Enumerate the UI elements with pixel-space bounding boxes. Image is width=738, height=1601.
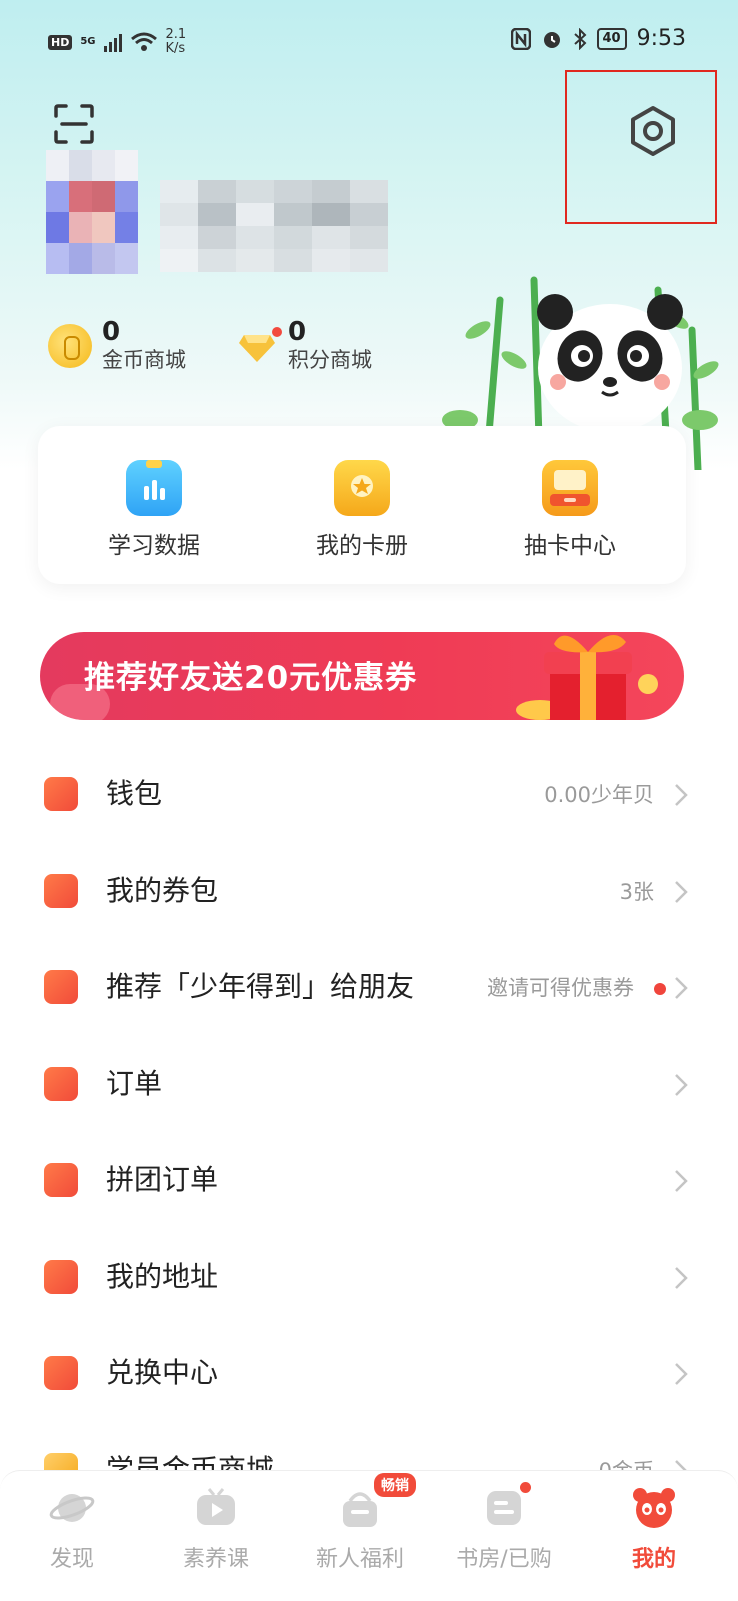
network-type: 5G (80, 36, 96, 47)
check-icon (44, 1356, 78, 1390)
menu-item-value: 3张 (619, 879, 654, 904)
tab-label: 书房/已购 (456, 1547, 552, 1572)
chart-icon (126, 460, 182, 516)
tab-discover[interactable]: 发现 (2, 1485, 142, 1573)
study-data-button[interactable]: 学习数据 (74, 460, 234, 560)
coin-icon (48, 324, 92, 368)
quick-actions-card: 学习数据 我的卡册 抽卡中心 (38, 426, 686, 584)
ticket-icon (44, 873, 78, 908)
username (160, 180, 388, 272)
network-speed: 2.1 K/s (165, 27, 187, 56)
points-mall-link[interactable]: 0 积分商城 (238, 318, 372, 374)
planet-icon (49, 1494, 95, 1522)
alarm-icon (543, 31, 560, 48)
gacha-center-label: 抽卡中心 (524, 533, 616, 559)
scan-icon[interactable] (52, 102, 96, 146)
tab-literacy-course[interactable]: 素养课 (146, 1485, 286, 1573)
avatar[interactable] (46, 150, 138, 274)
wallet-icon (44, 777, 78, 811)
points-count: 0 (288, 317, 307, 347)
chevron-right-icon (675, 1266, 688, 1289)
gacha-machine-icon (542, 460, 598, 516)
tab-mine[interactable]: 我的 (584, 1485, 724, 1573)
tab-label: 我的 (631, 1547, 676, 1572)
coin-mall-label: 金币商城 (102, 348, 186, 372)
coin-mall-link[interactable]: 0 金币商城 (48, 318, 186, 374)
location-icon (44, 1259, 78, 1294)
gacha-center-button[interactable]: 抽卡中心 (490, 460, 650, 560)
status-bar: HD 5G 2.1 K/s 40 9:53 (0, 22, 738, 62)
points-mall-label: 积分商城 (288, 348, 372, 372)
gem-icon (238, 327, 282, 363)
tab-label: 素养课 (182, 1547, 249, 1572)
menu-item-redeem[interactable]: 兑换中心 (0, 1325, 738, 1422)
menu-item-coupons[interactable]: 我的券包 3张 (0, 843, 738, 940)
chevron-right-icon (675, 1363, 688, 1385)
card-album-icon (334, 460, 390, 516)
menu-item-label: 兑换中心 (106, 1356, 219, 1389)
menu-item-label: 我的地址 (106, 1259, 219, 1293)
signal-icon (103, 32, 122, 52)
banner-text: 推荐好友送20元优惠券 (84, 660, 418, 696)
panda-icon (633, 1488, 675, 1528)
chevron-right-icon (675, 1073, 688, 1096)
tab-label: 发现 (49, 1547, 94, 1572)
notification-dot (654, 983, 666, 995)
battery-icon: 40 (596, 27, 627, 50)
tab-newcomer-benefits[interactable]: 新人福利 (290, 1485, 430, 1573)
settings-menu-list: 钱包 0.00少年贝 我的券包 3张 推荐「少年得到」给朋友 邀请可得优惠券 订… (0, 746, 738, 1518)
menu-item-group-orders[interactable]: 拼团订单 (0, 1132, 738, 1229)
card-album-label: 我的卡册 (316, 533, 408, 559)
notification-dot (520, 1482, 531, 1493)
referral-promo-banner[interactable]: 推荐好友送20元优惠券 (40, 632, 684, 720)
menu-item-value: 邀请可得优惠券 (487, 976, 634, 1000)
menu-item-label: 订单 (106, 1066, 163, 1100)
study-data-label: 学习数据 (108, 533, 200, 559)
menu-item-address[interactable]: 我的地址 (0, 1229, 738, 1326)
tab-label: 新人福利 (315, 1547, 404, 1572)
hot-sale-badge: 畅销 (374, 1473, 416, 1497)
menu-item-orders[interactable]: 订单 (0, 1036, 738, 1133)
bluetooth-icon (573, 27, 586, 50)
notification-dot (272, 327, 282, 337)
chevron-right-icon (675, 977, 688, 999)
gift-box-icon (516, 634, 658, 720)
annotation-highlight-box (565, 70, 717, 224)
group-order-icon (44, 1163, 78, 1197)
bottom-tab-bar: 发现 素养课 新人福利 书房/已购 我的 (0, 1470, 738, 1601)
menu-item-label: 推荐「少年得到」给朋友 (106, 970, 415, 1003)
menu-item-label: 我的券包 (106, 873, 219, 907)
menu-item-label: 拼团订单 (106, 1163, 219, 1196)
coin-count: 0 (102, 317, 121, 347)
order-icon (44, 1066, 78, 1101)
nfc-icon (510, 27, 531, 50)
chevron-right-icon (675, 880, 688, 903)
book-icon (487, 1491, 521, 1525)
chevron-right-icon (675, 784, 688, 806)
tv-icon (197, 1488, 235, 1525)
wifi-icon (130, 32, 157, 51)
clock: 9:53 (636, 26, 686, 51)
menu-item-recommend[interactable]: 推荐「少年得到」给朋友 邀请可得优惠券 (0, 939, 738, 1036)
hd-badge: HD (48, 34, 73, 50)
menu-item-label: 钱包 (106, 777, 163, 810)
gift-calendar-icon (44, 970, 78, 1004)
menu-item-value: 0.00少年贝 (544, 783, 654, 807)
card-album-button[interactable]: 我的卡册 (282, 460, 442, 560)
tab-bookroom[interactable]: 书房/已购 (434, 1485, 574, 1573)
menu-item-wallet[interactable]: 钱包 0.00少年贝 (0, 746, 738, 843)
chevron-right-icon (675, 1170, 688, 1192)
